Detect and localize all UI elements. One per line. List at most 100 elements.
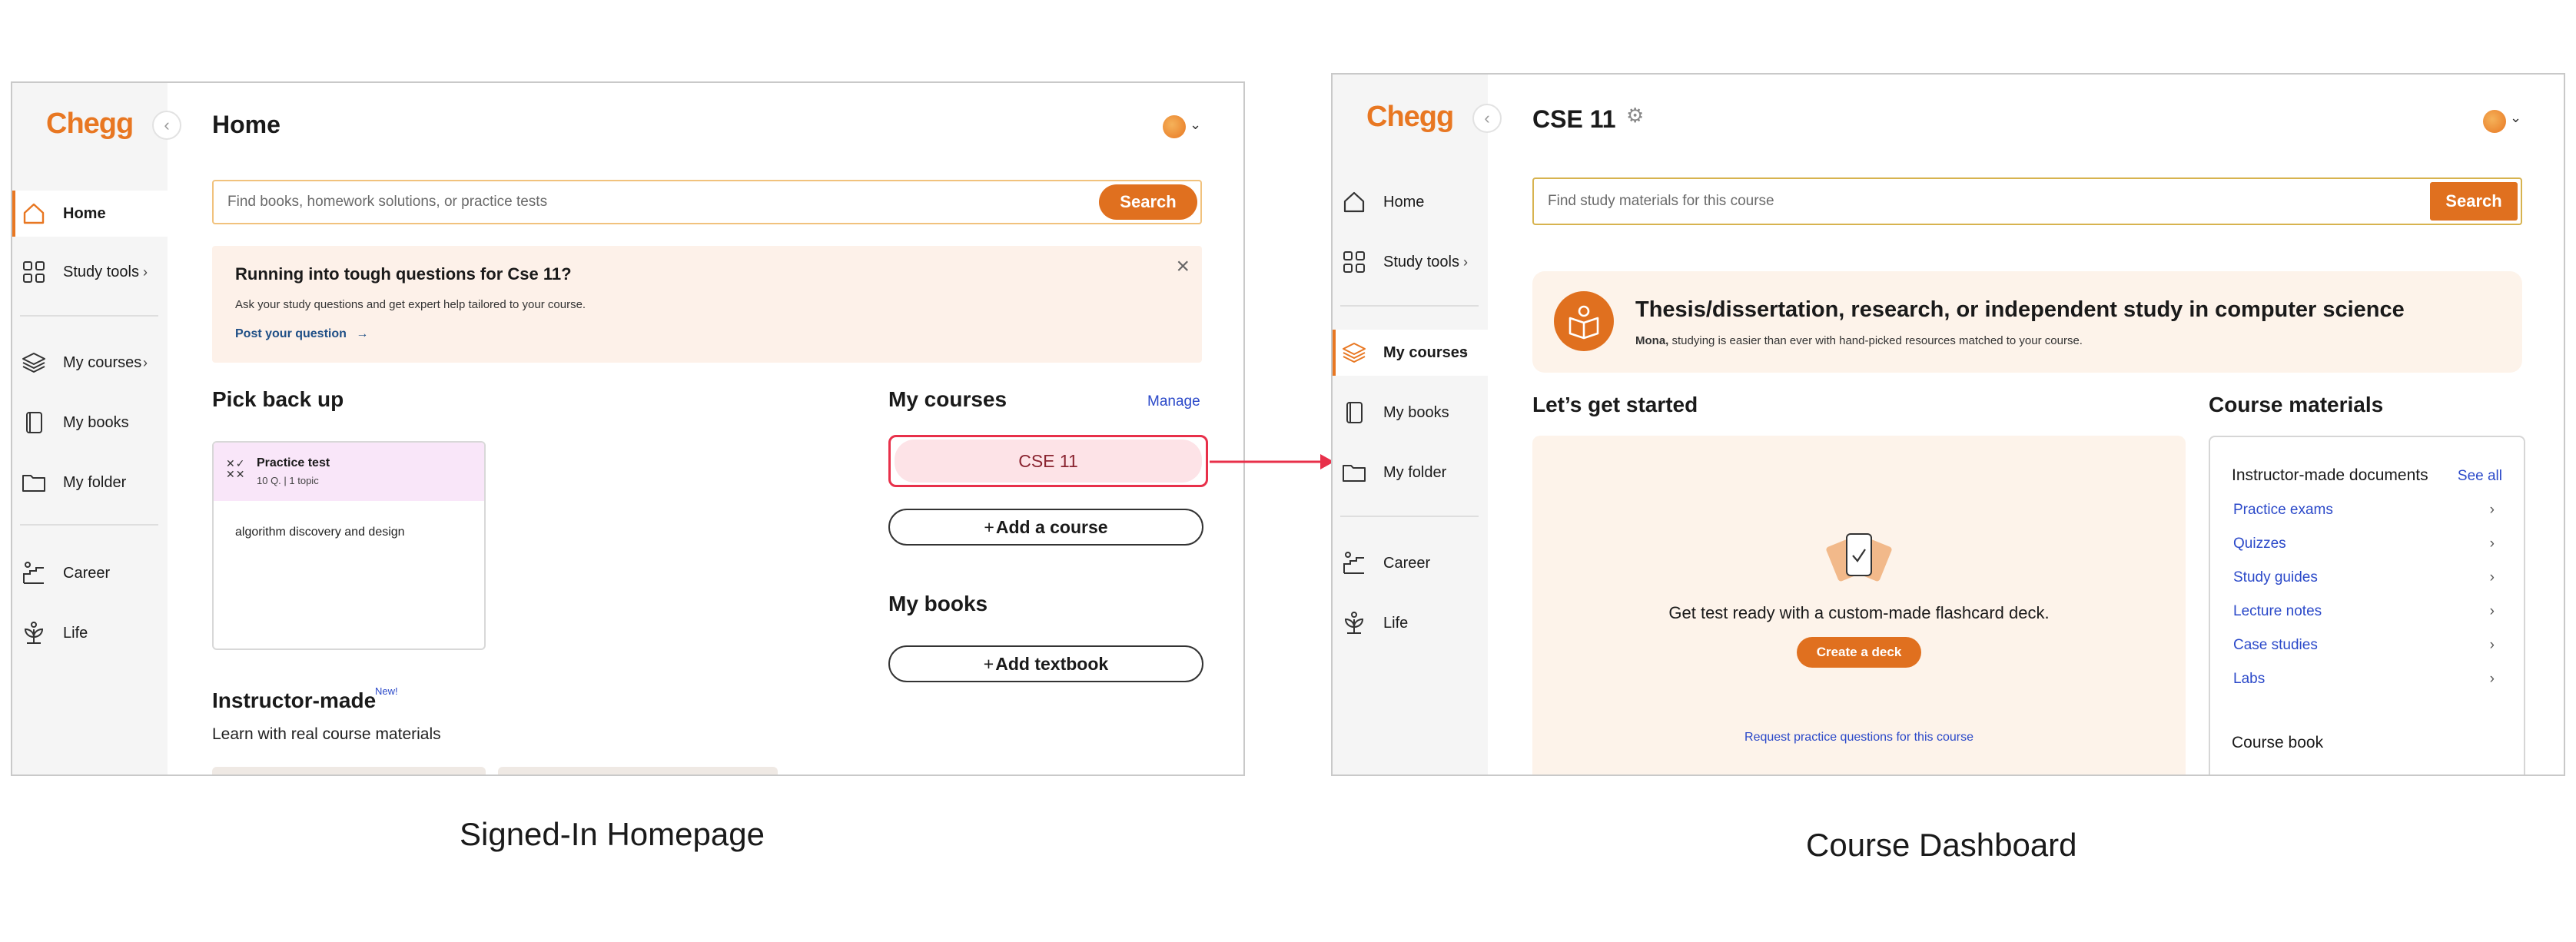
sidebar-item-my-folder[interactable]: My folder bbox=[12, 459, 168, 506]
chevron-right-icon: › bbox=[2489, 502, 2495, 518]
caption-course-dashboard: Course Dashboard bbox=[1806, 827, 2077, 863]
quizzes-link[interactable]: Quizzes › bbox=[2233, 536, 2502, 559]
manage-link[interactable]: Manage bbox=[1147, 393, 1200, 410]
search-button[interactable]: Search bbox=[1099, 184, 1197, 220]
sidebar-item-my-books[interactable]: My books bbox=[1333, 390, 1488, 436]
page-title: CSE 11 bbox=[1532, 105, 1616, 133]
close-icon[interactable]: × bbox=[1176, 254, 1190, 280]
sidebar-item-label: Home bbox=[1383, 193, 1425, 211]
career-icon bbox=[20, 559, 48, 587]
labs-link[interactable]: Labs › bbox=[2233, 671, 2502, 694]
lotus-icon bbox=[20, 619, 48, 647]
collapse-sidebar-button[interactable]: ‹ bbox=[152, 111, 181, 140]
sidebar-item-label: Career bbox=[1383, 554, 1431, 572]
sidebar-item-label: My courses bbox=[1383, 343, 1469, 361]
student-name: Mona, bbox=[1635, 334, 1669, 347]
main-content: Home ⌄ Search Running into tough questio… bbox=[168, 83, 1243, 774]
search-input[interactable] bbox=[227, 181, 918, 223]
sidebar-item-label: My folder bbox=[1383, 463, 1447, 481]
banner-title: Running into tough questions for Cse 11? bbox=[235, 264, 572, 284]
sidebar-item-study-tools[interactable]: Study tools › bbox=[1333, 239, 1488, 285]
course-banner: Thesis/dissertation, research, or indepe… bbox=[1532, 271, 2522, 373]
home-icon bbox=[20, 200, 48, 227]
sidebar-item-my-courses[interactable]: My courses › bbox=[12, 340, 168, 386]
chevron-left-icon: ‹ bbox=[1484, 108, 1490, 128]
gear-icon[interactable]: ⚙ bbox=[1626, 104, 1644, 128]
card-topic: algorithm discovery and design bbox=[235, 526, 405, 539]
new-badge: New! bbox=[375, 685, 398, 697]
request-practice-link[interactable]: Request practice questions for this cour… bbox=[1532, 731, 2186, 745]
study-guides-link[interactable]: Study guides › bbox=[2233, 569, 2502, 592]
plus-icon: + bbox=[983, 653, 994, 674]
chevron-right-icon: › bbox=[2489, 536, 2495, 552]
chevron-right-icon: › bbox=[143, 264, 148, 280]
sidebar-item-my-folder[interactable]: My folder bbox=[1333, 449, 1488, 496]
sidebar-item-life[interactable]: Life bbox=[12, 610, 168, 656]
link-label: Practice exams bbox=[2233, 502, 2333, 518]
link-label: Study guides bbox=[2233, 569, 2318, 585]
card-header: ✕✓ ✕✕ Practice test 10 Q. | 1 topic bbox=[214, 443, 484, 501]
sidebar-item-career[interactable]: Career bbox=[1333, 540, 1488, 586]
search-bar: Search bbox=[212, 180, 1202, 224]
add-textbook-button[interactable]: + Add textbook bbox=[888, 645, 1203, 682]
instructor-made-subtitle: Learn with real course materials bbox=[212, 725, 441, 743]
sidebar-item-my-courses[interactable]: My courses › bbox=[1333, 330, 1488, 376]
course-book-heading: Course book bbox=[2232, 734, 2324, 751]
chevron-down-icon[interactable]: ⌄ bbox=[2510, 110, 2521, 126]
page-title: Home bbox=[212, 111, 281, 138]
lecture-notes-link[interactable]: Lecture notes › bbox=[2233, 603, 2502, 626]
case-studies-link[interactable]: Case studies › bbox=[2233, 637, 2502, 660]
link-label: Lecture notes bbox=[2233, 603, 2322, 619]
practice-exams-link[interactable]: Practice exams › bbox=[2233, 502, 2502, 525]
layers-icon bbox=[1340, 339, 1368, 367]
my-courses-heading: My courses bbox=[888, 387, 1007, 411]
sidebar-item-label: Career bbox=[63, 564, 111, 582]
sidebar-item-study-tools[interactable]: Study tools › bbox=[12, 249, 168, 295]
post-question-link[interactable]: Post your question → bbox=[235, 327, 368, 341]
homepage-screenshot: Chegg Home Study tools › My courses › My… bbox=[11, 81, 1245, 776]
sidebar-item-life[interactable]: Life bbox=[1333, 600, 1488, 646]
chevron-right-icon: › bbox=[1463, 254, 1468, 270]
material-card[interactable] bbox=[212, 767, 486, 774]
highlight-box bbox=[888, 435, 1208, 487]
flashcards-icon bbox=[1821, 528, 1897, 589]
link-label: Labs bbox=[2233, 671, 2266, 687]
sidebar-item-career[interactable]: Career bbox=[12, 550, 168, 596]
search-button[interactable]: Search bbox=[2430, 182, 2518, 221]
collapse-sidebar-button[interactable]: ‹ bbox=[1472, 104, 1502, 133]
card-meta: 10 Q. | 1 topic bbox=[257, 475, 319, 486]
sidebar-item-label: Life bbox=[63, 624, 88, 642]
main-content: CSE 11 ⚙ ⌄ Search Thesis/dissertation, r… bbox=[1488, 75, 2564, 774]
arrow-right-icon: → bbox=[356, 327, 369, 340]
chegg-logo[interactable]: Chegg bbox=[1366, 101, 1454, 134]
chevron-down-icon[interactable]: ⌄ bbox=[1190, 117, 1201, 133]
practice-test-card[interactable]: ✕✓ ✕✕ Practice test 10 Q. | 1 topic algor… bbox=[212, 441, 486, 650]
avatar[interactable] bbox=[2483, 110, 2506, 133]
study-reader-icon bbox=[1554, 291, 1614, 351]
course-dashboard-screenshot: Chegg Home Study tools › My courses › My… bbox=[1331, 73, 2565, 776]
course-materials-heading: Course materials bbox=[2209, 393, 2384, 416]
search-bar: Search bbox=[1532, 177, 2522, 225]
banner-text: Ask your study questions and get expert … bbox=[235, 298, 586, 311]
instructor-made-heading: Instructor-made bbox=[212, 688, 377, 712]
chevron-right-icon: › bbox=[2489, 569, 2495, 585]
sidebar-item-label: Study tools bbox=[1383, 253, 1459, 270]
search-input[interactable] bbox=[1548, 179, 2239, 224]
create-deck-button[interactable]: Create a deck bbox=[1797, 637, 1921, 668]
chegg-logo[interactable]: Chegg bbox=[46, 108, 134, 141]
see-all-link[interactable]: See all bbox=[2458, 468, 2502, 485]
sidebar-item-home[interactable]: Home bbox=[1333, 179, 1488, 225]
chevron-right-icon: › bbox=[143, 354, 148, 370]
sidebar: Chegg Home Study tools › My courses › My… bbox=[12, 83, 168, 774]
sidebar-item-label: Home bbox=[63, 204, 106, 222]
sidebar-item-label: My books bbox=[1383, 403, 1449, 421]
material-card[interactable] bbox=[498, 767, 778, 774]
sidebar-item-my-books[interactable]: My books bbox=[12, 400, 168, 446]
avatar[interactable] bbox=[1163, 115, 1186, 138]
add-course-button[interactable]: + Add a course bbox=[888, 509, 1203, 546]
sidebar-item-home[interactable]: Home bbox=[12, 191, 168, 237]
plus-icon: + bbox=[984, 516, 994, 537]
sidebar-item-label: Life bbox=[1383, 614, 1409, 632]
book-icon bbox=[1340, 399, 1368, 426]
caption-homepage: Signed-In Homepage bbox=[460, 816, 765, 852]
